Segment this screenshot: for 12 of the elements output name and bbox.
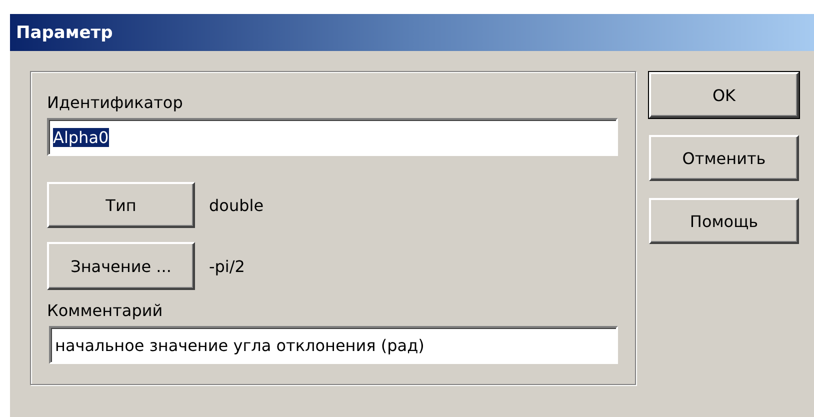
type-value: double xyxy=(209,196,264,214)
dialog-button[interactable]: OK xyxy=(649,72,799,118)
identifier-field[interactable]: Alpha0 xyxy=(47,118,618,156)
value-text: -pi/2 xyxy=(209,256,245,276)
dialog-button[interactable]: Помощь xyxy=(649,198,799,244)
comment-field[interactable]: начальное значение угла отклонения (рад) xyxy=(49,326,618,364)
field-label: Идентификатор xyxy=(47,92,184,114)
value-button[interactable]: Значение ... xyxy=(47,242,195,290)
dialog-button[interactable]: Отменить xyxy=(649,135,799,181)
window-title: Параметр xyxy=(16,22,113,42)
field-label: Комментарий xyxy=(47,301,163,320)
type-button[interactable]: Тип xyxy=(47,182,195,228)
